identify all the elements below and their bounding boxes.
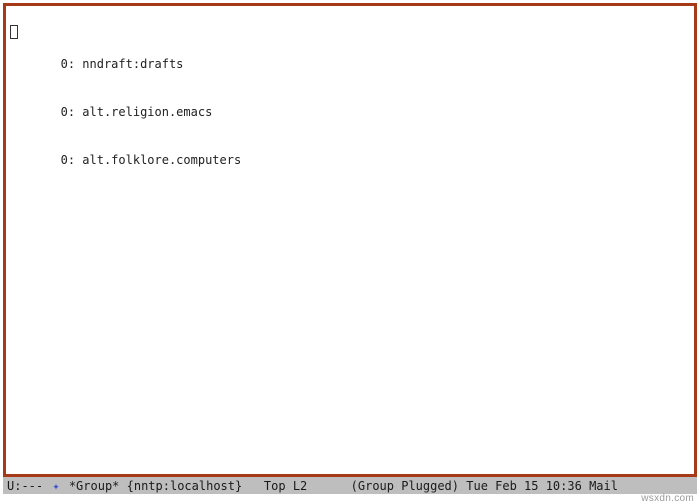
text-cursor — [10, 25, 18, 39]
group-line[interactable]: 0: alt.folklore.computers — [10, 152, 690, 168]
group-name: nndraft:drafts — [82, 57, 183, 71]
group-name: alt.folklore.computers — [82, 153, 241, 167]
separator: : — [68, 153, 82, 167]
group-buffer[interactable]: 0: nndraft:drafts 0: alt.religion.emacs … — [6, 6, 694, 474]
mode-position: Top — [264, 479, 286, 493]
mode-minor: (Group Plugged) — [351, 479, 459, 493]
group-name: alt.religion.emacs — [82, 105, 212, 119]
mode-line-number: L2 — [286, 479, 308, 493]
unread-count: 0 — [61, 105, 68, 119]
unread-count: 0 — [61, 153, 68, 167]
separator: : — [68, 105, 82, 119]
mode-line[interactable]: U:--- ✦ *Group* {nntp:localhost} Top L2 … — [3, 477, 697, 494]
gnus-icon: ✦ — [50, 479, 61, 493]
mode-spacer — [307, 479, 350, 493]
group-line[interactable]: 0: nndraft:drafts — [10, 56, 690, 72]
emacs-frame: 0: nndraft:drafts 0: alt.religion.emacs … — [0, 0, 700, 504]
mode-tail: Mail — [589, 479, 618, 493]
watermark: wsxdn.com — [641, 493, 694, 504]
mode-server: {nntp:localhost} — [127, 479, 243, 493]
mode-spacer — [242, 479, 264, 493]
separator: : — [68, 57, 82, 71]
mode-time: Tue Feb 15 10:36 — [459, 479, 589, 493]
unread-count: 0 — [61, 57, 68, 71]
mode-buffer-name: *Group* — [62, 479, 127, 493]
mode-status: U:--- — [7, 479, 50, 493]
group-line[interactable]: 0: alt.religion.emacs — [10, 104, 690, 120]
window-border: 0: nndraft:drafts 0: alt.religion.emacs … — [3, 3, 697, 477]
